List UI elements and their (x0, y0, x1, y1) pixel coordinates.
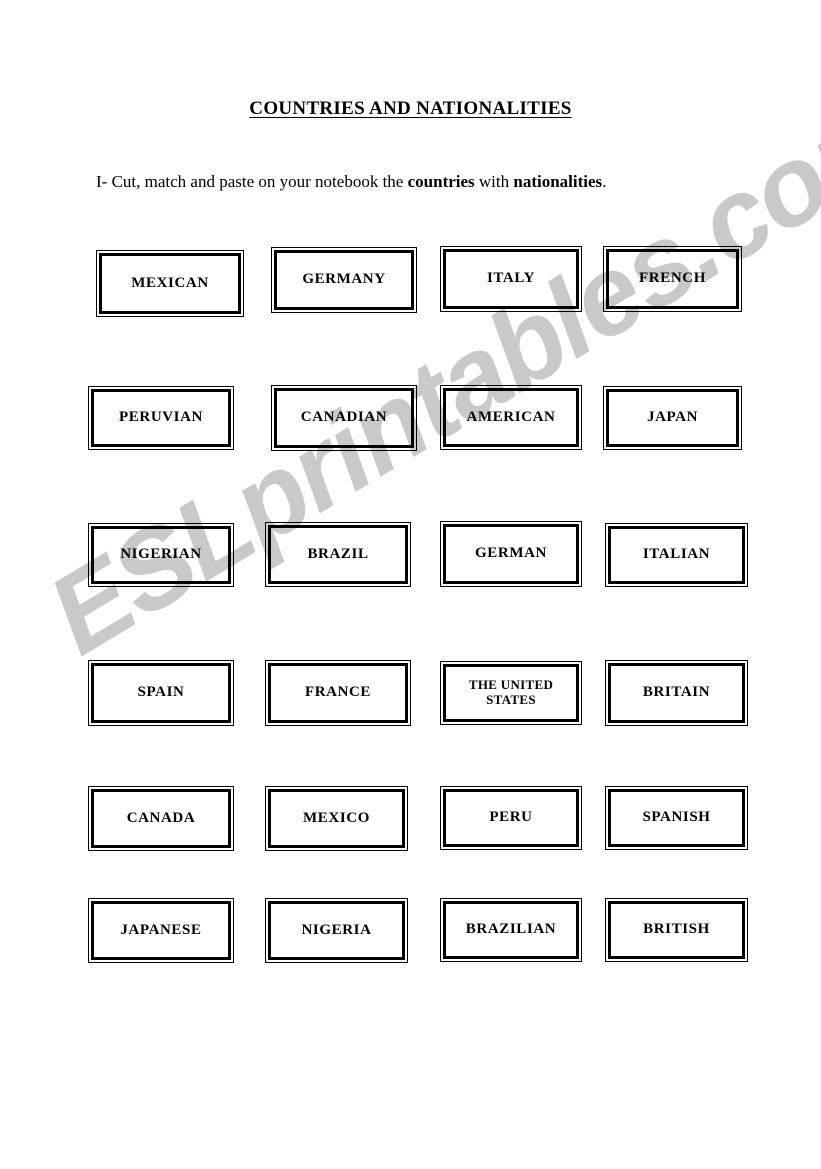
word-card-label: MEXICO (303, 809, 370, 826)
word-card-border: JAPANESE (91, 901, 231, 960)
word-card-border: CANADIAN (274, 388, 414, 448)
word-card[interactable]: MEXICAN (96, 250, 244, 317)
page-title-text: COUNTRIES AND NATIONALITIES (249, 98, 572, 119)
word-card-border: SPANISH (608, 789, 745, 847)
word-card-label: BRAZIL (307, 545, 369, 562)
instruction-middle: with (474, 172, 514, 191)
word-card-border: MEXICAN (99, 253, 241, 314)
word-card-label: BRAZILIAN (465, 921, 557, 938)
word-card[interactable]: CANADIAN (271, 385, 417, 451)
word-card-border: PERUVIAN (91, 389, 231, 447)
word-card[interactable]: CANADA (88, 786, 234, 851)
word-card[interactable]: PERUVIAN (88, 386, 234, 450)
worksheet-page: ESLprintables.com COUNTRIES AND NATIONAL… (0, 0, 821, 1169)
word-card-border: BRAZILIAN (443, 901, 579, 959)
word-card-border: ITALY (443, 249, 579, 309)
word-card[interactable]: FRENCH (603, 246, 742, 312)
word-card[interactable]: GERMAN (440, 521, 582, 587)
word-card-label: ITALY (486, 270, 536, 287)
word-card[interactable]: PERU (440, 786, 582, 850)
word-card[interactable]: BRAZIL (265, 522, 411, 587)
word-card[interactable]: THE UNITED STATES (440, 661, 582, 725)
word-card[interactable]: FRANCE (265, 660, 411, 726)
word-card-border: SPAIN (91, 663, 231, 723)
word-card-label: CANADIAN (300, 409, 388, 426)
instruction-bold-countries: countries (407, 172, 475, 191)
word-card-label: SPAIN (137, 684, 185, 701)
instruction-prefix: I- Cut, match and paste on your notebook… (96, 172, 408, 191)
word-card[interactable]: NIGERIAN (88, 523, 234, 587)
instruction-bold-nationalities: nationalities (513, 172, 603, 191)
word-card[interactable]: ITALIAN (605, 523, 748, 587)
word-card-label: JAPAN (646, 409, 699, 426)
word-card-label: ITALIAN (642, 546, 711, 563)
word-card-label: GERMANY (302, 271, 386, 288)
word-card-border: THE UNITED STATES (443, 664, 579, 722)
word-card-border: NIGERIA (268, 901, 405, 960)
word-card-border: CANADA (91, 789, 231, 848)
word-card-border: JAPAN (606, 389, 739, 447)
page-title: COUNTRIES AND NATIONALITIES (0, 98, 821, 120)
word-card-label: PERU (489, 809, 533, 826)
word-card-border: ITALIAN (608, 526, 745, 584)
word-card[interactable]: BRITISH (605, 898, 748, 962)
word-card-label: THE UNITED STATES (468, 677, 554, 707)
word-card-label: JAPANESE (120, 921, 202, 938)
word-card[interactable]: AMERICAN (440, 385, 582, 450)
word-card-label: CANADA (126, 809, 196, 826)
word-card[interactable]: ITALY (440, 246, 582, 312)
word-card[interactable]: BRAZILIAN (440, 898, 582, 962)
word-card-border: BRITAIN (608, 663, 745, 723)
word-card-border: BRAZIL (268, 525, 408, 584)
word-card-label: PERUVIAN (119, 409, 203, 426)
word-card-label: GERMAN (475, 545, 547, 562)
instruction-suffix: . (602, 172, 607, 191)
word-card-border: GERMAN (443, 524, 579, 584)
word-card-label: FRENCH (639, 270, 706, 287)
word-card[interactable]: SPAIN (88, 660, 234, 726)
word-card-border: FRENCH (606, 249, 739, 309)
word-card-label: SPANISH (642, 809, 711, 826)
word-card[interactable]: NIGERIA (265, 898, 408, 963)
word-card-label: NIGERIAN (120, 546, 202, 563)
word-card-border: PERU (443, 789, 579, 847)
word-card[interactable]: JAPANESE (88, 898, 234, 963)
word-card[interactable]: BRITAIN (605, 660, 748, 726)
word-card[interactable]: GERMANY (271, 247, 417, 313)
word-card-border: MEXICO (268, 789, 405, 848)
worksheet-content: COUNTRIES AND NATIONALITIES I- Cut, matc… (0, 0, 821, 1169)
word-card[interactable]: JAPAN (603, 386, 742, 450)
instruction-line: I- Cut, match and paste on your notebook… (96, 172, 776, 192)
word-card-label: FRANCE (304, 684, 372, 701)
word-card-border: BRITISH (608, 901, 745, 959)
word-card-border: GERMANY (274, 250, 414, 310)
word-card-border: AMERICAN (443, 388, 579, 447)
word-card-label: BRITAIN (642, 684, 711, 701)
word-card-label: MEXICAN (131, 274, 209, 291)
word-card-label: AMERICAN (466, 408, 556, 425)
word-card[interactable]: MEXICO (265, 786, 408, 851)
word-card[interactable]: SPANISH (605, 786, 748, 850)
word-card-label: BRITISH (643, 921, 710, 938)
word-card-border: FRANCE (268, 663, 408, 723)
word-card-label: NIGERIA (301, 921, 372, 938)
word-card-border: NIGERIAN (91, 526, 231, 584)
